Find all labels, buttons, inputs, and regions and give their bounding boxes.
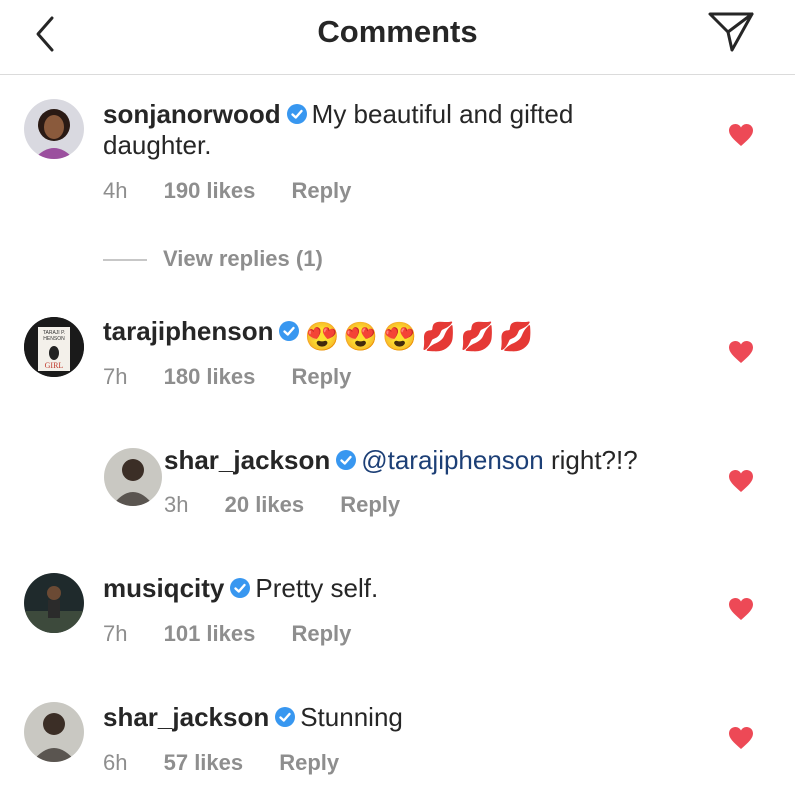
comment-username[interactable]: tarajiphenson [103,316,273,346]
comment-text: Pretty self. [255,573,379,603]
likes-count[interactable]: 190 likes [164,178,256,203]
likes-count[interactable]: 20 likes [225,492,305,517]
mention-link[interactable]: @tarajiphenson [361,445,544,475]
verified-badge-icon [336,450,357,470]
verified-badge-icon [279,321,300,341]
comment-time: 6h [103,750,128,775]
comment-time: 3h [164,492,189,517]
avatar-book-text: GIRL [45,361,64,370]
heart-icon[interactable] [728,340,754,364]
paper-plane-icon [708,12,754,52]
heart-icon[interactable] [728,469,754,493]
view-replies-button[interactable]: View replies (1) [103,246,323,272]
reply-button[interactable]: Reply [279,750,339,775]
comment-text: Stunning [300,702,403,732]
avatar[interactable]: TARAJI P. HENSON GIRL [24,317,84,377]
likes-count[interactable]: 101 likes [164,621,256,646]
reply-button[interactable]: Reply [291,178,351,203]
avatar[interactable] [24,573,84,633]
reply-button[interactable]: Reply [291,364,351,389]
heart-icon[interactable] [728,123,754,147]
reply-button[interactable]: Reply [291,621,351,646]
verified-badge-icon [230,578,251,598]
comment-username[interactable]: musiqcity [103,573,224,603]
share-button[interactable] [706,10,756,54]
avatar-book-text: HENSON [43,336,65,342]
comment-text: right?!? [543,445,638,475]
verified-badge-icon [275,707,296,727]
view-replies-label: View replies (1) [163,246,323,271]
comment-time: 7h [103,364,128,389]
heart-icon[interactable] [728,597,754,621]
comment-text-continued: daughter. [103,130,212,160]
divider [103,259,147,262]
comment-username[interactable]: sonjanorwood [103,99,281,129]
page-title: Comments [317,14,478,49]
header-bar: Comments [0,0,795,75]
avatar[interactable] [24,99,84,159]
comment-text: 😍😍😍💋💋💋 [304,321,538,352]
avatar[interactable] [104,448,162,506]
comment-username[interactable]: shar_jackson [164,445,330,475]
comment-username[interactable]: shar_jackson [103,702,269,732]
verified-badge-icon [286,104,307,124]
comment-time: 4h [103,178,128,203]
avatar[interactable] [24,702,84,762]
comment-time: 7h [103,621,128,646]
likes-count[interactable]: 180 likes [164,364,256,389]
comment-text: My beautiful and gifted [311,99,574,129]
heart-icon[interactable] [728,726,754,750]
reply-button[interactable]: Reply [340,492,400,517]
likes-count[interactable]: 57 likes [164,750,244,775]
